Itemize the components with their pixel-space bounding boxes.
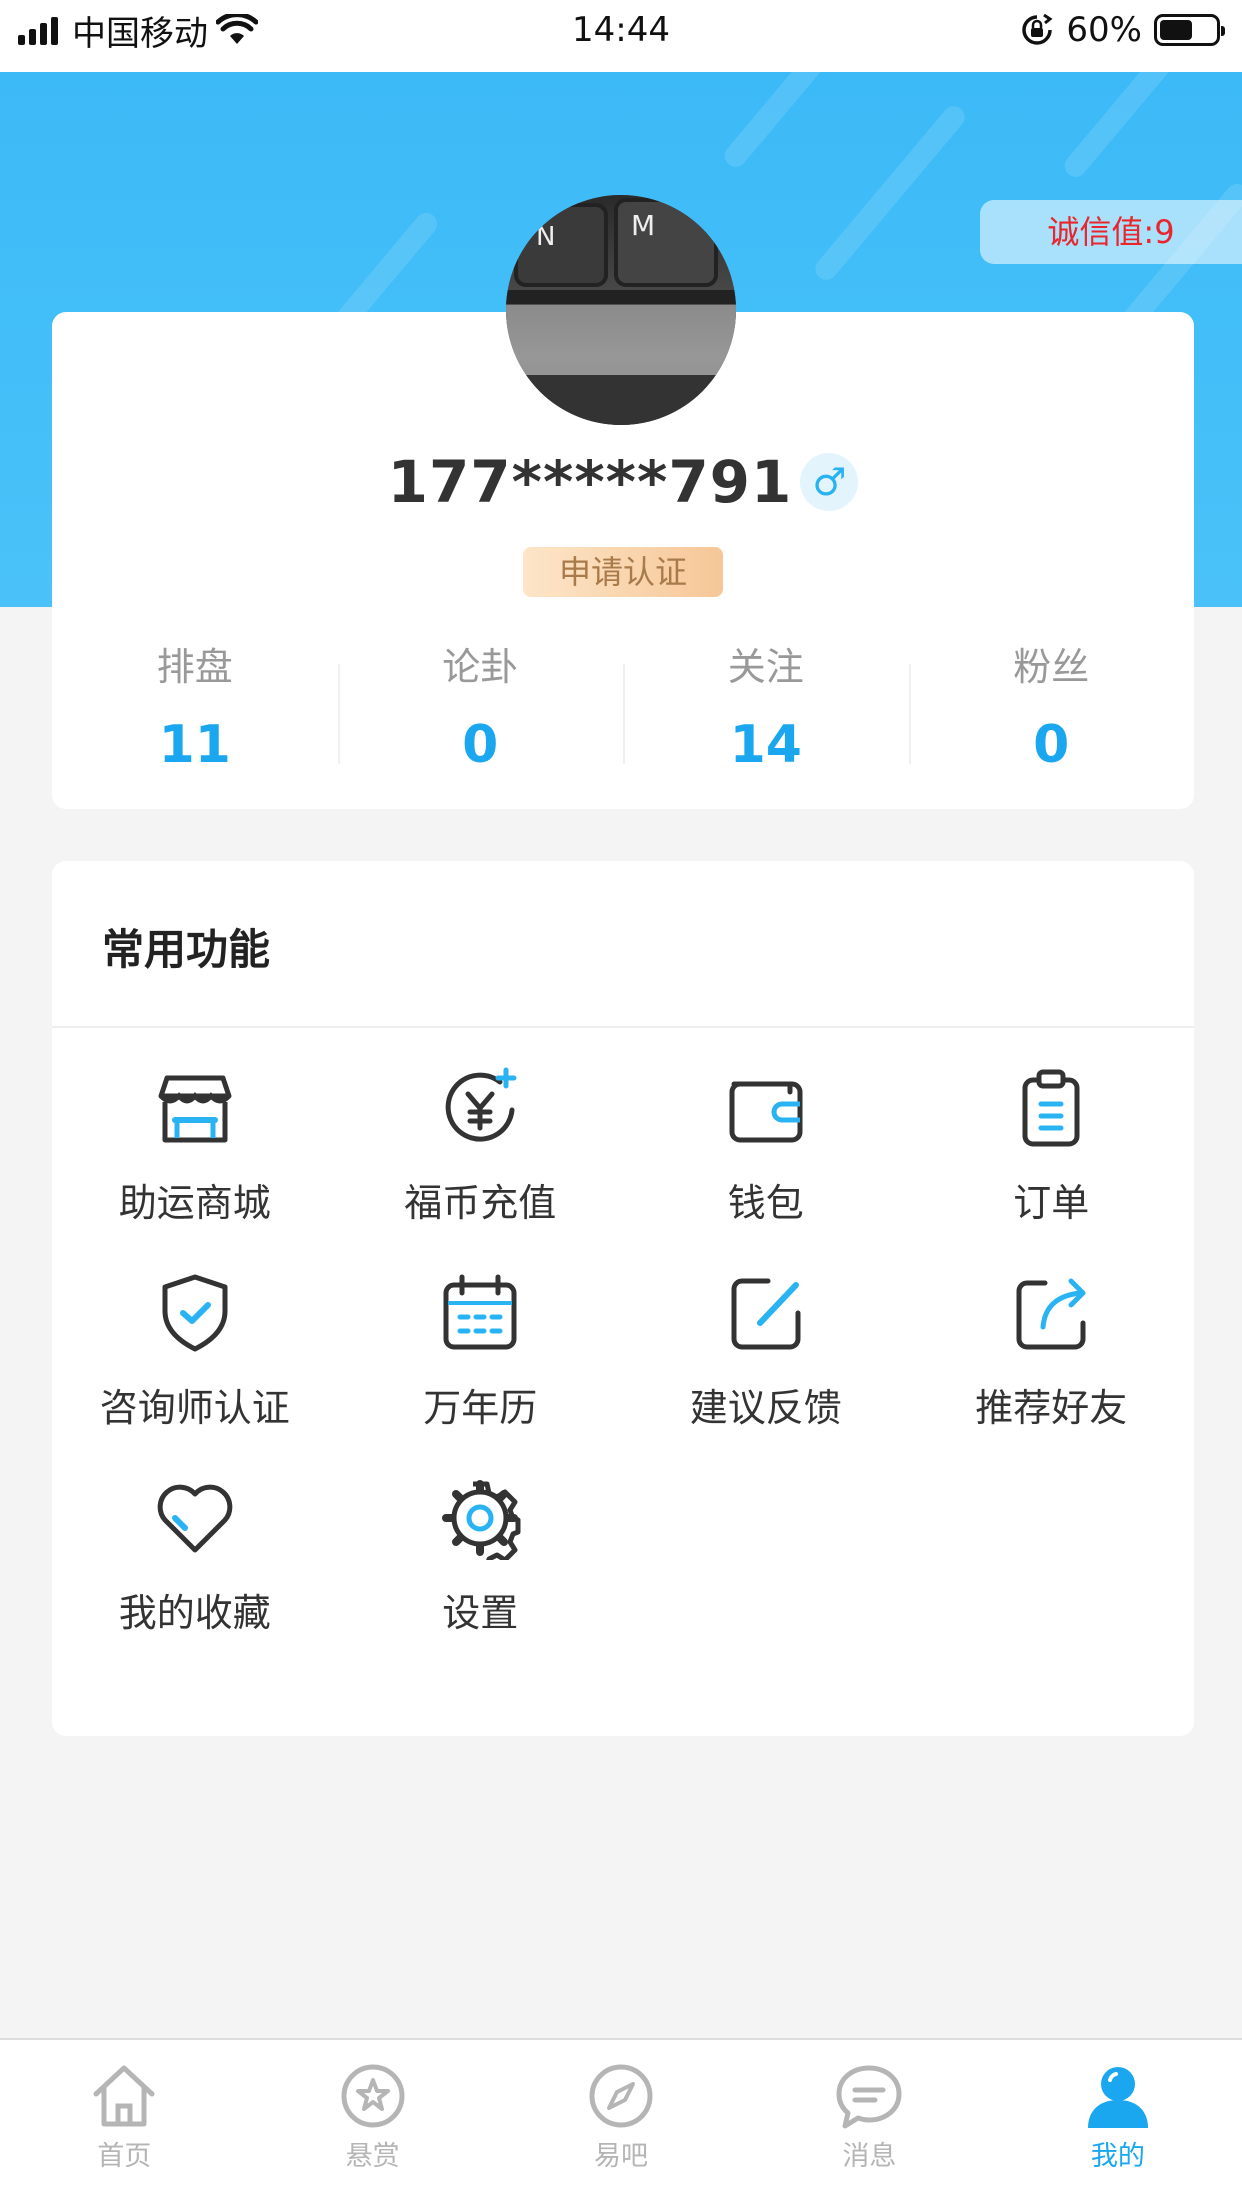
tab-label: 易吧 <box>594 2141 649 2172</box>
clipboard-icon <box>1022 1069 1080 1147</box>
function-label: 推荐好友 <box>975 1386 1128 1430</box>
apply-verification-button[interactable]: 申请认证 <box>523 547 723 597</box>
tab-bar: 首页 悬赏 易吧 消息 我的 <box>0 2038 1242 2208</box>
function-recharge[interactable]: 福币充值 <box>338 1066 624 1271</box>
stats-row: 排盘 11 论卦 0 关注 14 粉丝 0 <box>52 642 1195 775</box>
tab-label: 消息 <box>842 2141 897 2172</box>
function-label: 建议反馈 <box>689 1386 842 1430</box>
function-store[interactable]: 助运商城 <box>52 1066 338 1271</box>
battery-icon <box>1154 14 1225 46</box>
edit-icon <box>731 1278 801 1350</box>
username: 177*****791 <box>387 448 793 516</box>
username-row: 177*****791 ♂ <box>52 447 1194 517</box>
compass-icon <box>589 2064 653 2128</box>
divider <box>52 1026 1194 1028</box>
battery-percent: 60% <box>1066 10 1142 50</box>
tab-messages[interactable]: 消息 <box>745 2040 993 2208</box>
credit-badge[interactable]: 诚信值:9 <box>980 200 1242 264</box>
stat-label: 论卦 <box>442 645 519 689</box>
function-recommend-friends[interactable]: 推荐好友 <box>909 1271 1195 1476</box>
stat-value: 14 <box>729 715 802 775</box>
stat-label: 关注 <box>727 645 804 689</box>
function-label: 万年历 <box>423 1386 538 1430</box>
function-label: 设置 <box>442 1591 519 1635</box>
star-icon <box>341 2064 405 2128</box>
function-orders[interactable]: 订单 <box>909 1066 1195 1271</box>
function-label: 钱包 <box>727 1181 804 1225</box>
status-right: 60% <box>1020 0 1225 60</box>
stat-value: 11 <box>158 715 231 775</box>
function-label: 福币充值 <box>404 1181 557 1225</box>
tab-yiba[interactable]: 易吧 <box>497 2040 745 2208</box>
message-icon <box>836 2065 902 2129</box>
stat-value: 0 <box>462 715 499 775</box>
function-grid: 助运商城 福币充值 钱包 订单 咨询师认证 万年历 建议反馈 推荐好友 我的收藏… <box>52 1066 1194 1681</box>
status-bar: 中国移动 14:44 60% <box>0 0 1242 72</box>
common-functions-card: 常用功能 助运商城 福币充值 钱包 订单 咨询师认证 万年历 建议反馈 推荐好友… <box>52 861 1194 1736</box>
male-gender-icon: ♂ <box>800 453 859 511</box>
tab-bounty[interactable]: 悬赏 <box>248 2040 496 2208</box>
stat-paipan[interactable]: 排盘 11 <box>52 642 338 775</box>
calendar-icon <box>443 1274 517 1350</box>
tab-label: 首页 <box>97 2141 152 2172</box>
wallet-icon <box>729 1081 803 1143</box>
stat-label: 排盘 <box>156 645 233 689</box>
tab-label: 我的 <box>1090 2141 1145 2172</box>
stat-label: 粉丝 <box>1013 645 1090 689</box>
home-icon <box>93 2065 155 2127</box>
function-label: 咨询师认证 <box>99 1386 290 1430</box>
svg-text:M: M <box>631 209 655 242</box>
tab-label: 悬赏 <box>345 2141 400 2172</box>
gear-icon <box>442 1480 521 1560</box>
function-wallet[interactable]: 钱包 <box>623 1066 909 1271</box>
avatar[interactable]: N M <box>506 195 736 425</box>
section-title: 常用功能 <box>102 925 271 974</box>
avatar-image: N M <box>506 195 736 425</box>
coin-recharge-icon <box>445 1067 517 1142</box>
function-calendar[interactable]: 万年历 <box>338 1271 624 1476</box>
function-label: 订单 <box>1013 1181 1090 1225</box>
function-label: 我的收藏 <box>118 1591 271 1635</box>
user-icon <box>1087 2067 1148 2128</box>
heart-icon <box>157 1484 233 1553</box>
store-icon <box>158 1075 232 1143</box>
function-feedback[interactable]: 建议反馈 <box>623 1271 909 1476</box>
stat-lungua[interactable]: 论卦 0 <box>337 642 624 775</box>
function-favorites[interactable]: 我的收藏 <box>52 1476 338 1681</box>
stat-following[interactable]: 关注 14 <box>623 642 909 775</box>
function-counselor-verification[interactable]: 咨询师认证 <box>52 1271 338 1476</box>
shield-check-icon <box>162 1274 228 1352</box>
rotation-lock-icon <box>1022 13 1053 45</box>
stat-followers[interactable]: 粉丝 0 <box>908 642 1195 775</box>
tab-mine[interactable]: 我的 <box>994 2040 1242 2208</box>
function-label: 助运商城 <box>118 1181 271 1225</box>
function-settings[interactable]: 设置 <box>338 1476 624 1681</box>
stat-value: 0 <box>1033 715 1070 775</box>
tab-home[interactable]: 首页 <box>0 2040 248 2208</box>
share-icon <box>1016 1278 1086 1350</box>
